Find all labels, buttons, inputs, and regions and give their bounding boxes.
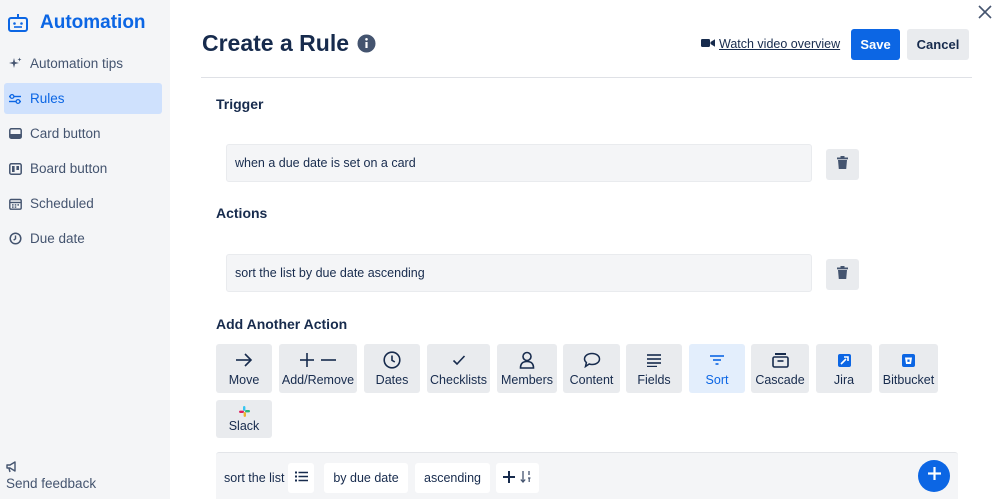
list-icon xyxy=(294,471,308,485)
watch-video-label: Watch video overview xyxy=(719,37,841,51)
plus-icon xyxy=(927,467,941,485)
tile-label: Checklists xyxy=(430,373,487,387)
trash-icon xyxy=(837,265,848,284)
tile-checklists[interactable]: Checklists xyxy=(427,344,490,393)
delete-trigger-button[interactable] xyxy=(826,149,859,180)
sidebar-nav: Automation tips Rules Card button Board … xyxy=(0,48,170,254)
megaphone-icon xyxy=(6,461,20,475)
tile-sort[interactable]: Sort xyxy=(689,344,745,393)
person-icon xyxy=(519,350,535,370)
tile-label: Cascade xyxy=(755,373,805,387)
speech-bubble-icon xyxy=(583,350,601,370)
tile-label: Jira xyxy=(833,373,855,387)
tile-label: Members xyxy=(500,373,554,387)
arrow-right-icon xyxy=(235,350,253,370)
check-icon xyxy=(452,350,466,370)
close-icon[interactable] xyxy=(976,3,994,21)
tile-label: Add/Remove xyxy=(281,373,355,387)
info-icon[interactable] xyxy=(357,34,376,53)
card-icon xyxy=(8,127,22,141)
trigger-heading: Trigger xyxy=(216,96,264,112)
sidebar-item-rules[interactable]: Rules xyxy=(4,83,162,114)
tile-jira[interactable]: Jira xyxy=(816,344,872,393)
sliders-icon xyxy=(8,92,22,106)
sidebar-brand: Automation xyxy=(0,0,170,46)
calendar-icon xyxy=(8,197,22,211)
clock-icon xyxy=(383,350,401,370)
robot-icon xyxy=(6,11,30,35)
sidebar-item-label: Board button xyxy=(30,161,108,176)
add-action-heading: Add Another Action xyxy=(216,316,348,332)
sidebar-item-label: Scheduled xyxy=(30,196,94,211)
sort-field-select[interactable]: by due date xyxy=(324,463,408,493)
filter-icon xyxy=(709,350,725,370)
tile-fields[interactable]: Fields xyxy=(626,344,682,393)
bitbucket-icon xyxy=(902,350,915,370)
delete-action-button[interactable] xyxy=(826,259,859,290)
sidebar-item-board-button[interactable]: Board button xyxy=(4,153,162,184)
sidebar-item-label: Due date xyxy=(30,231,85,246)
list-select-button[interactable] xyxy=(288,463,314,493)
sidebar-item-label: Card button xyxy=(30,126,101,141)
page-header: Create a Rule xyxy=(202,30,376,57)
sidebar-item-label: Automation tips xyxy=(30,56,124,71)
trash-icon xyxy=(837,155,848,174)
action-builder: sort the list by due date ascending xyxy=(216,452,958,499)
plus-icon xyxy=(503,470,515,486)
sidebar-item-card-button[interactable]: Card button xyxy=(4,118,162,149)
tile-cascade[interactable]: Cascade xyxy=(751,344,809,393)
send-feedback-label: Send feedback xyxy=(6,476,97,491)
tile-members[interactable]: Members xyxy=(497,344,557,393)
tile-label: Fields xyxy=(637,373,671,387)
tile-move[interactable]: Move xyxy=(216,344,272,393)
action-rule[interactable]: sort the list by due date ascending xyxy=(226,254,812,292)
send-feedback-link[interactable]: Send feedback xyxy=(6,461,96,491)
cancel-button[interactable]: Cancel xyxy=(907,29,969,60)
clock-icon xyxy=(8,232,22,246)
add-action-button[interactable] xyxy=(918,460,950,492)
trigger-rule[interactable]: when a due date is set on a card xyxy=(226,144,812,182)
page-title: Create a Rule xyxy=(202,30,350,56)
tile-label: Dates xyxy=(375,373,409,387)
header-divider xyxy=(201,77,972,78)
tile-content[interactable]: Content xyxy=(563,344,620,393)
sidebar-item-due-date[interactable]: Due date xyxy=(4,223,162,254)
tile-label: Content xyxy=(569,373,614,387)
tile-dates[interactable]: Dates xyxy=(364,344,420,393)
tile-slack[interactable]: Slack xyxy=(216,400,272,438)
sidebar: Automation Automation tips Rules Card bu… xyxy=(0,0,170,499)
tile-label: Sort xyxy=(705,373,729,387)
add-sort-criterion-button[interactable] xyxy=(496,463,539,493)
tile-bitbucket[interactable]: Bitbucket xyxy=(879,344,938,393)
sidebar-title: Automation xyxy=(40,12,146,33)
jira-icon xyxy=(837,350,851,370)
watch-video-link[interactable]: Watch video overview xyxy=(701,37,840,51)
save-button[interactable]: Save xyxy=(851,29,900,60)
actions-heading: Actions xyxy=(216,205,268,221)
tile-label: Bitbucket xyxy=(882,373,935,387)
sparkle-icon xyxy=(8,57,22,71)
video-camera-icon xyxy=(701,37,715,51)
tile-label: Slack xyxy=(228,419,260,433)
sidebar-item-scheduled[interactable]: Scheduled xyxy=(4,188,162,219)
board-icon xyxy=(8,162,22,176)
archive-icon xyxy=(771,350,789,370)
slack-icon xyxy=(238,405,250,417)
sort-order-icon xyxy=(520,470,532,486)
tile-add-remove[interactable]: Add/Remove xyxy=(279,344,357,393)
sort-order-select[interactable]: ascending xyxy=(415,463,490,493)
tile-label: Move xyxy=(228,373,260,387)
sidebar-item-label: Rules xyxy=(30,91,65,106)
lines-icon xyxy=(646,350,662,370)
sidebar-item-automation-tips[interactable]: Automation tips xyxy=(4,48,162,79)
builder-prefix: sort the list xyxy=(224,471,285,485)
plus-minus-icon xyxy=(299,350,337,370)
